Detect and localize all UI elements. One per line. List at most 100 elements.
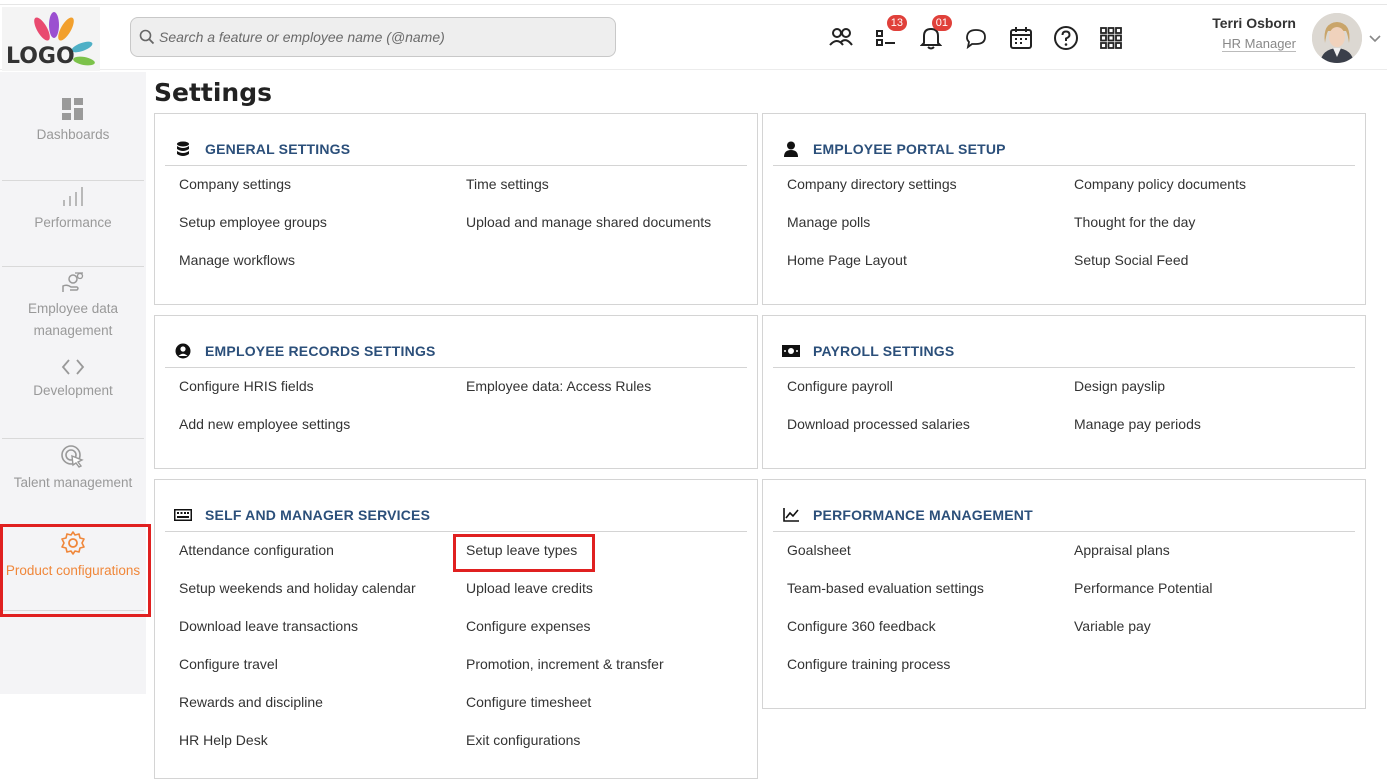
variable-pay-link[interactable]: Variable pay [1074,618,1151,634]
notifications-button[interactable]: 01 [916,15,952,53]
configure-timesheet-link[interactable]: Configure timesheet [466,694,591,710]
configure-expenses-link[interactable]: Configure expenses [466,618,591,634]
promotion-increment-transfer-link[interactable]: Promotion, increment & transfer [466,656,664,672]
logo-text: LOGO [6,44,75,69]
top-bar: LOGO 13 [0,4,1387,71]
card-title: SELF AND MANAGER SERVICES [205,506,431,523]
apps-grid-icon [1100,27,1122,49]
sidebar-item-label: Talent management [13,475,133,490]
configure-training-process-link[interactable]: Configure training process [787,656,950,672]
sidebar-divider [2,438,144,439]
company-settings-link[interactable]: Company settings [179,176,291,192]
sidebar-item-development[interactable]: Development [0,358,146,402]
dashboard-icon [62,98,83,120]
setup-leave-types-highlight [453,534,595,572]
card-header: PERFORMANCE MANAGEMENT [773,498,1355,532]
self-manager-services-card: SELF AND MANAGER SERVICES Attendance con… [154,479,758,779]
card-title: PAYROLL SETTINGS [813,342,955,359]
attendance-configuration-link[interactable]: Attendance configuration [179,542,334,558]
person-icon [784,141,798,157]
sidebar: Dashboards Performance Employee data man… [0,72,151,694]
avatar-portrait-icon [1312,13,1362,63]
exit-configurations-link[interactable]: Exit configurations [466,732,580,748]
card-title: EMPLOYEE RECORDS SETTINGS [205,342,436,359]
access-rules-link[interactable]: Employee data: Access Rules [466,378,651,394]
appraisal-plans-link[interactable]: Appraisal plans [1074,542,1170,558]
search-box[interactable] [130,17,616,57]
manage-pay-periods-link[interactable]: Manage pay periods [1074,416,1201,432]
performance-management-card: PERFORMANCE MANAGEMENT Goalsheet Apprais… [762,479,1366,709]
search-icon [139,29,155,45]
manage-workflows-link[interactable]: Manage workflows [179,252,295,268]
active-item-highlight [0,524,151,617]
help-icon [1054,26,1078,50]
user-info[interactable]: Terri Osborn HR Manager [1200,15,1296,53]
sidebar-item-dashboards[interactable]: Dashboards [0,98,146,146]
configure-hris-fields-link[interactable]: Configure HRIS fields [179,378,314,394]
employee-portal-card: EMPLOYEE PORTAL SETUP Company directory … [762,113,1366,305]
user-role: HR Manager [1222,36,1296,52]
team-based-evaluation-link[interactable]: Team-based evaluation settings [787,580,984,596]
configure-360-feedback-link[interactable]: Configure 360 feedback [787,618,936,634]
database-icon [177,141,189,156]
general-settings-card: GENERAL SETTINGS Company settings Time s… [154,113,758,305]
code-icon [61,359,85,375]
holiday-calendar-link[interactable]: Setup weekends and holiday calendar [179,580,416,596]
home-page-layout-link[interactable]: Home Page Layout [787,252,907,268]
line-chart-icon [783,507,799,522]
card-header: EMPLOYEE PORTAL SETUP [773,132,1355,166]
configure-payroll-link[interactable]: Configure payroll [787,378,893,394]
card-title: GENERAL SETTINGS [205,140,351,157]
rewards-and-discipline-link[interactable]: Rewards and discipline [179,694,323,710]
hr-help-desk-link[interactable]: HR Help Desk [179,732,268,748]
sidebar-divider [2,180,144,181]
company-logo[interactable]: LOGO [2,7,100,71]
design-payslip-link[interactable]: Design payslip [1074,378,1165,394]
setup-social-feed-link[interactable]: Setup Social Feed [1074,252,1188,268]
performance-potential-link[interactable]: Performance Potential [1074,580,1213,596]
card-header: EMPLOYEE RECORDS SETTINGS [165,334,747,368]
bar-chart-icon [63,187,83,206]
help-button[interactable] [1051,23,1081,53]
configure-travel-link[interactable]: Configure travel [179,656,278,672]
people-icon [829,28,853,46]
sidebar-item-label: Development [33,383,113,398]
manage-polls-link[interactable]: Manage polls [787,214,870,230]
tasks-badge: 13 [886,15,907,31]
sidebar-item-employee-data[interactable]: Employee data management [0,272,146,342]
card-title: PERFORMANCE MANAGEMENT [813,506,1033,523]
goalsheet-link[interactable]: Goalsheet [787,542,851,558]
sidebar-item-label: Dashboards [36,127,110,142]
company-policy-link[interactable]: Company policy documents [1074,176,1246,192]
time-settings-link[interactable]: Time settings [466,176,549,192]
employee-records-card: EMPLOYEE RECORDS SETTINGS Configure HRIS… [154,315,758,469]
search-input[interactable] [159,29,599,45]
money-icon [782,344,800,357]
download-processed-salaries-link[interactable]: Download processed salaries [787,416,970,432]
keyboard-icon [174,508,192,521]
company-directory-link[interactable]: Company directory settings [787,176,957,192]
chat-button[interactable] [961,23,991,53]
tasks-button[interactable]: 13 [871,15,907,53]
notifications-badge: 01 [931,15,952,31]
people-button[interactable] [826,23,856,53]
avatar[interactable] [1312,13,1362,63]
card-header: SELF AND MANAGER SERVICES [165,498,747,532]
setup-employee-groups-link[interactable]: Setup employee groups [179,214,327,230]
payroll-settings-card: PAYROLL SETTINGS Configure payroll Desig… [762,315,1366,469]
target-icon [61,445,84,468]
top-icon-bar: 13 01 [826,15,1141,55]
add-new-employee-settings-link[interactable]: Add new employee settings [179,416,350,432]
calendar-button[interactable] [1006,23,1036,53]
card-title: EMPLOYEE PORTAL SETUP [813,140,1006,157]
sidebar-divider [2,266,144,267]
sidebar-item-label: Performance [34,215,112,230]
chevron-down-icon[interactable] [1369,35,1381,43]
sidebar-item-talent-management[interactable]: Talent management [0,444,146,494]
sidebar-item-performance[interactable]: Performance [0,186,146,234]
apps-button[interactable] [1096,23,1126,53]
upload-leave-credits-link[interactable]: Upload leave credits [466,580,593,596]
shared-documents-link[interactable]: Upload and manage shared documents [466,214,711,230]
download-leave-transactions-link[interactable]: Download leave transactions [179,618,358,634]
thought-for-the-day-link[interactable]: Thought for the day [1074,214,1195,230]
